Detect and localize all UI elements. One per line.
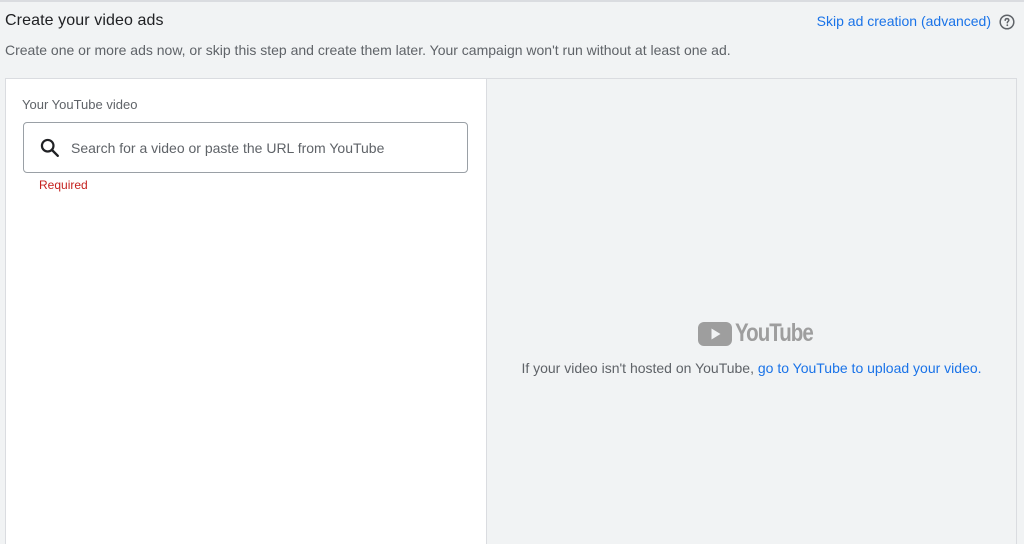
video-search-box[interactable] (23, 122, 468, 173)
video-ad-card: Your YouTube video Required YouTube If y… (5, 78, 1017, 544)
search-icon (40, 138, 59, 157)
upload-note-text: If your video isn't hosted on YouTube, (521, 360, 758, 376)
youtube-logo: YouTube (698, 319, 830, 348)
upload-to-youtube-link[interactable]: go to YouTube to upload your video. (758, 360, 982, 376)
youtube-video-label: Your YouTube video (22, 97, 138, 112)
required-error: Required (39, 178, 88, 192)
skip-ad-creation-link[interactable]: Skip ad creation (advanced) (817, 13, 991, 29)
page-subtitle: Create one or more ads now, or skip this… (5, 42, 731, 58)
video-preview-pane: YouTube If your video isn't hosted on Yo… (486, 79, 1016, 544)
top-divider (0, 0, 1024, 2)
youtube-play-icon (698, 321, 732, 346)
upload-note: If your video isn't hosted on YouTube, g… (487, 360, 1016, 376)
youtube-wordmark: YouTube (735, 319, 814, 347)
help-circle-icon[interactable] (999, 14, 1015, 30)
page-title: Create your video ads (5, 12, 164, 29)
video-search-input[interactable] (71, 139, 451, 156)
video-input-pane: Your YouTube video Required (6, 79, 486, 544)
